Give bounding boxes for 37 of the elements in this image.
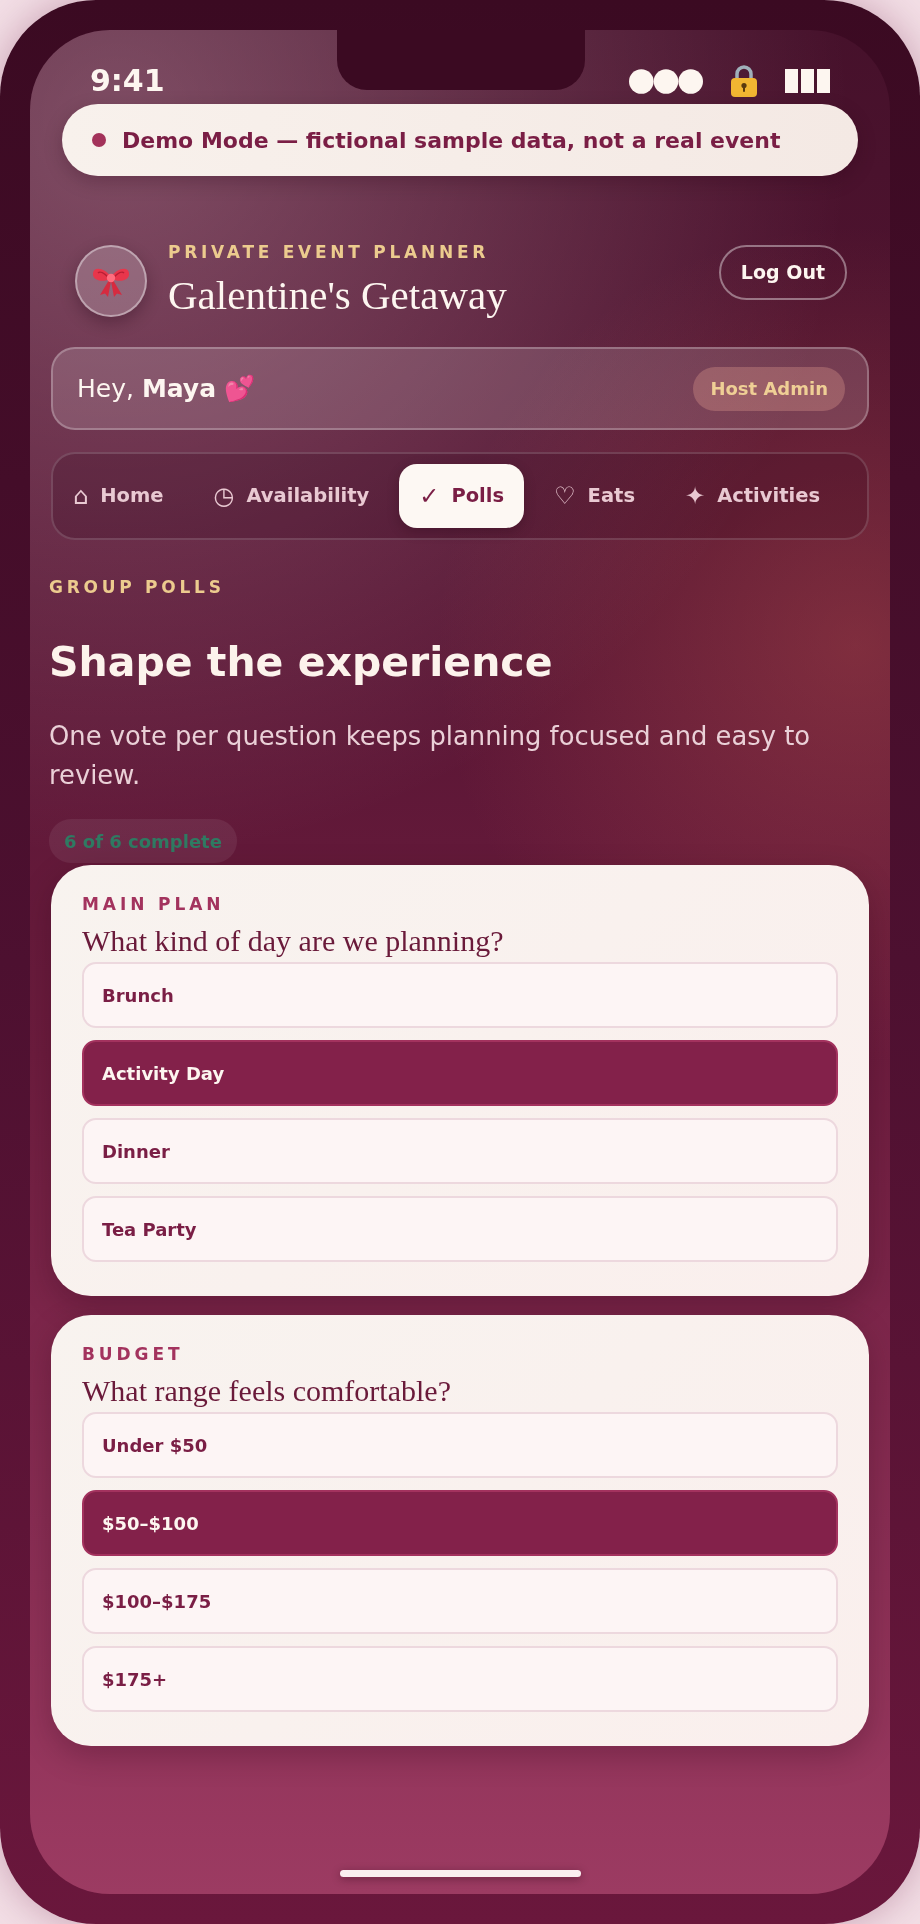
poll-option[interactable]: Brunch [82,962,838,1028]
poll-option[interactable]: Activity Day [82,1040,838,1106]
greeting-text: Hey, Maya 💕 [77,372,255,405]
check-icon: ✓ [419,484,440,508]
poll-question: What kind of day are we planning? [82,923,505,959]
sparkle-icon: ✦ [685,484,706,508]
poll-option[interactable]: $175+ [82,1646,838,1712]
house-icon: ⌂ [73,484,89,508]
lock-icon [729,64,759,98]
poll-option[interactable]: Tea Party [82,1196,838,1262]
signal-dots-icon [629,68,703,94]
nav-tab[interactable]: ✓ Polls [399,464,525,528]
poll-category: MAIN PLAN [82,893,226,915]
poll-option[interactable]: $100–$175 [82,1568,838,1634]
clock-icon: ◷ [213,484,235,508]
role-badge: Host Admin [693,366,845,411]
nav-tab[interactable]: ✦ Activities [665,464,840,528]
poll-option[interactable]: Dinner [82,1118,838,1184]
poll-question: What range feels comfortable? [82,1373,452,1409]
progress-badge: 6 of 6 complete [49,819,237,863]
heart-icon: ♡ [554,484,576,508]
section-eyebrow: GROUP POLLS [49,576,226,598]
event-title: Galentine's Getaway [168,272,507,318]
section-description: One vote per question keeps planning focused and easy to review. [49,720,812,792]
demo-banner-text: Demo Mode — fictional sample data, not a real event [122,126,781,155]
nav-tab[interactable]: ♡ Eats [534,464,655,528]
battery-icon [785,69,830,93]
eyebrow-label: PRIVATE EVENT PLANNER [168,241,491,263]
poll-option[interactable]: $50–$100 [82,1490,838,1556]
section-title: Shape the experience [49,637,554,687]
nav-tab[interactable]: ⌂ Home [53,464,184,528]
log-out-button[interactable]: Log Out [718,245,847,300]
poll-option[interactable]: Under $50 [82,1412,838,1478]
bow-icon [75,245,147,317]
nav-tab[interactable]: ◷ Availability [193,464,390,528]
status-time: 9:41 [90,66,165,96]
poll-category: BUDGET [82,1343,185,1365]
